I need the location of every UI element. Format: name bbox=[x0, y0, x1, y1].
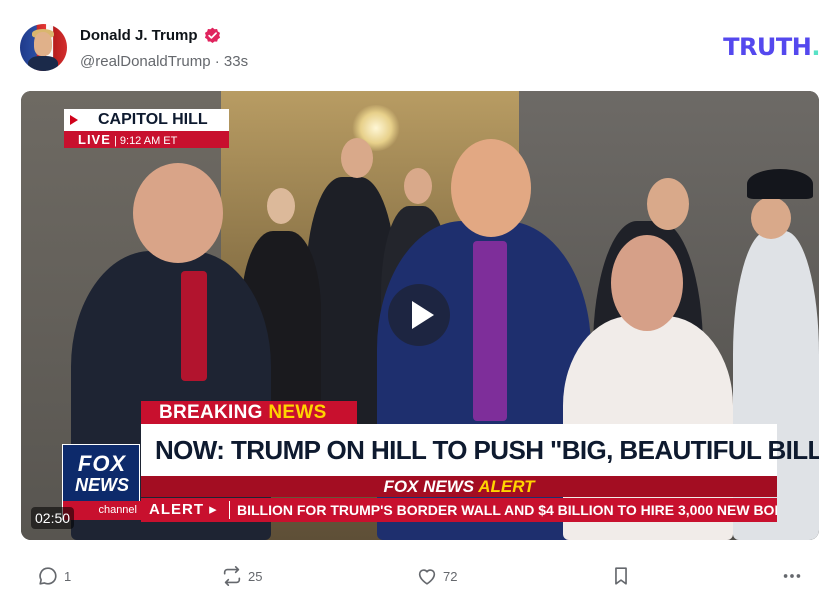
video-figure-cap bbox=[747, 169, 813, 199]
reply-count: 1 bbox=[64, 568, 72, 584]
author-subline: @realDonaldTrump · 33s bbox=[80, 53, 248, 70]
video-figure-head bbox=[451, 139, 531, 237]
post-header: Donald J. Trump @realDonaldTrump · 33s T… bbox=[20, 24, 820, 74]
alert-bar-word: ALERT bbox=[478, 477, 535, 496]
news-headline: NOW: TRUMP ON HILL TO PUSH "BIG, BEAUTIF… bbox=[141, 424, 819, 476]
news-ticker: ALERT ▸ BILLION FOR TRUMP'S BORDER WALL … bbox=[141, 498, 777, 522]
like-count: 72 bbox=[443, 568, 458, 584]
fox-logo-fox: FOX bbox=[77, 451, 127, 476]
live-divider: | bbox=[113, 135, 117, 147]
breaking-word: BREAKING bbox=[159, 402, 263, 423]
ticker-label: ALERT ▸ bbox=[149, 501, 218, 518]
verified-badge-icon bbox=[204, 27, 221, 43]
heart-icon bbox=[418, 569, 436, 585]
video-figure-head bbox=[133, 163, 223, 263]
logo-text: TRUTH bbox=[723, 33, 812, 61]
video-figure-head bbox=[751, 197, 791, 239]
ticker-divider bbox=[229, 501, 230, 519]
avatar-face bbox=[34, 32, 52, 56]
video-figure-head bbox=[341, 138, 373, 178]
logo-dot: . bbox=[811, 33, 820, 61]
post-actions: 1 25 72 bbox=[0, 558, 840, 594]
ticker-label-text: ALERT bbox=[149, 501, 204, 518]
live-time: 9:12 AM ET bbox=[119, 135, 178, 147]
avatar[interactable] bbox=[20, 24, 67, 71]
live-label: LIVE bbox=[78, 132, 111, 147]
avatar-suit bbox=[28, 56, 58, 71]
more-button[interactable] bbox=[781, 564, 803, 588]
bookmark-icon bbox=[615, 567, 627, 585]
location-label: CAPITOL HILL bbox=[64, 109, 229, 131]
play-icon[interactable] bbox=[388, 284, 450, 346]
retruth-button[interactable]: 25 bbox=[221, 564, 262, 588]
video-duration: 02:50 bbox=[31, 507, 75, 529]
retruth-icon bbox=[223, 566, 241, 586]
video-figure-head bbox=[404, 168, 432, 204]
live-location-box: CAPITOL HILL LIVE | 9:12 AM ET bbox=[64, 109, 229, 149]
more-icon bbox=[783, 574, 801, 578]
video-figure-tie bbox=[473, 241, 507, 421]
video-player[interactable]: CAPITOL HILL LIVE | 9:12 AM ET FOX NEWS … bbox=[21, 91, 819, 540]
location-arrow-icon bbox=[70, 115, 78, 125]
reply-icon bbox=[39, 567, 57, 585]
breaking-news-word: NEWS bbox=[268, 402, 327, 423]
video-figure-head bbox=[267, 188, 295, 224]
location-text: CAPITOL HILL bbox=[98, 111, 208, 128]
fox-logo-news: NEWS bbox=[75, 475, 129, 495]
reply-button[interactable]: 1 bbox=[37, 564, 71, 588]
author-handle[interactable]: @realDonaldTrump bbox=[80, 53, 211, 70]
live-strip: LIVE | 9:12 AM ET bbox=[64, 131, 229, 148]
video-figure-head bbox=[647, 178, 689, 230]
meta-separator: · bbox=[214, 53, 220, 70]
truth-logo[interactable]: TRUTH. bbox=[723, 33, 820, 61]
fox-news-alert-bar: FOX NEWS ALERT bbox=[141, 476, 777, 497]
fox-logo-channel: channel bbox=[63, 501, 141, 520]
retruth-count: 25 bbox=[248, 568, 263, 584]
ticker-text: BILLION FOR TRUMP'S BORDER WALL AND $4 B… bbox=[237, 502, 777, 518]
like-button[interactable]: 72 bbox=[416, 564, 457, 588]
author-name[interactable]: Donald J. Trump bbox=[80, 27, 198, 44]
video-figure-tie bbox=[181, 271, 207, 381]
bookmark-button[interactable] bbox=[610, 564, 632, 588]
post-time[interactable]: 33s bbox=[224, 53, 248, 70]
breaking-news-label: BREAKING NEWS bbox=[141, 401, 357, 424]
alert-bar-brand: FOX NEWS bbox=[383, 477, 475, 496]
video-figure-head bbox=[611, 235, 683, 331]
